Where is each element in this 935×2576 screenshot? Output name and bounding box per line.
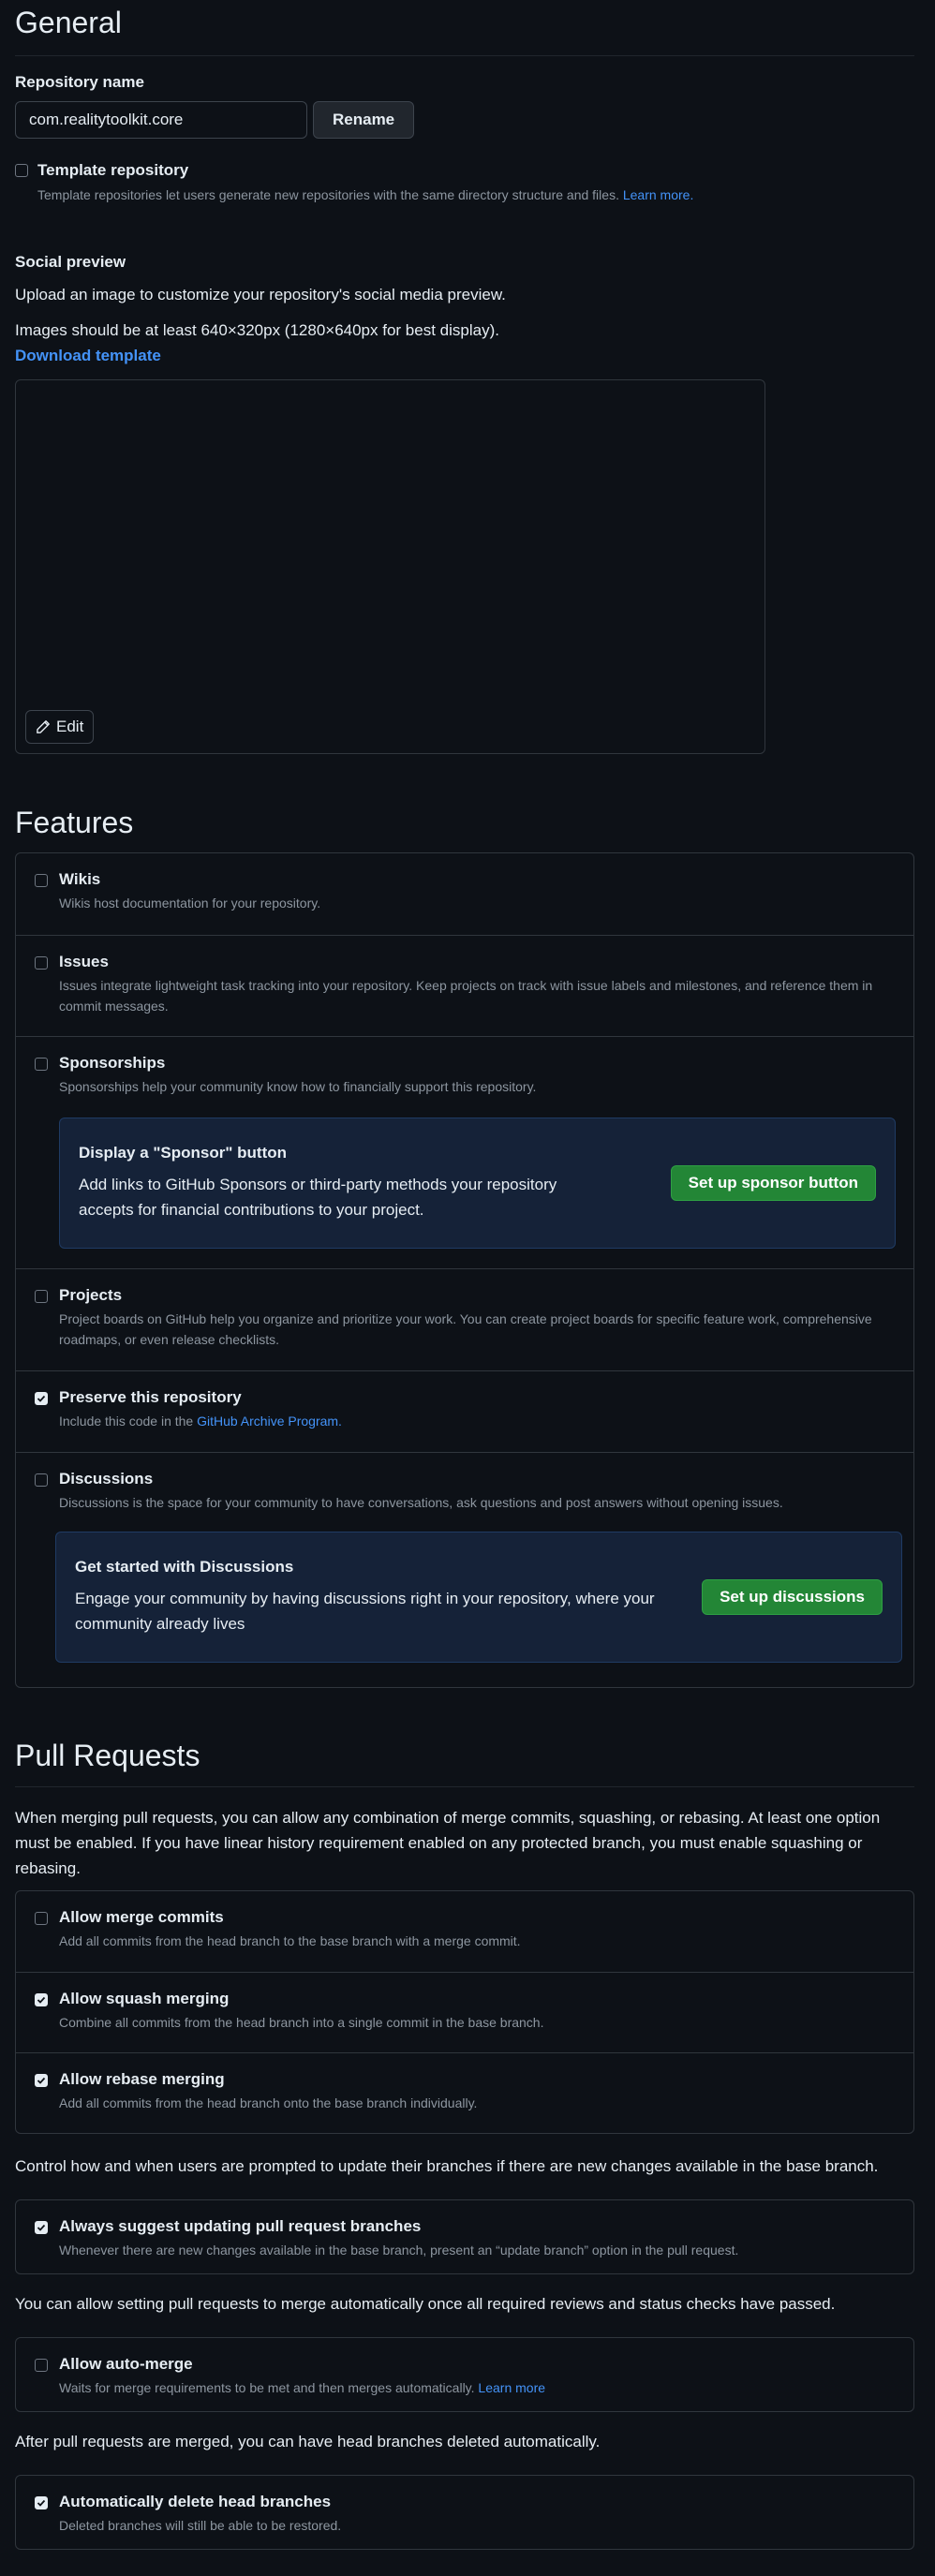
social-preview-line1: Upload an image to customize your reposi…: [15, 286, 506, 303]
auto-merge-desc: Waits for merge requirements to be met a…: [59, 2380, 475, 2395]
pull-requests-title: Pull Requests: [15, 1739, 914, 1787]
merge-commits-desc: Add all commits from the head branch to …: [59, 1933, 521, 1948]
delete-branches-intro: After pull requests are merged, you can …: [15, 2433, 601, 2450]
auto-merge-intro: You can allow setting pull requests to m…: [15, 2295, 836, 2313]
option-merge-commits: Allow merge commits Add all commits from…: [16, 1891, 913, 1972]
general-title: General: [15, 6, 914, 56]
issues-label: Issues: [59, 953, 109, 970]
option-delete-branches: Automatically delete head branches Delet…: [16, 2476, 913, 2549]
features-box: Wikis Wikis host documentation for your …: [15, 852, 914, 1688]
social-preview-line2: Images should be at least 640×320px (128…: [15, 321, 499, 339]
delete-branches-label: Automatically delete head branches: [59, 2493, 332, 2510]
setup-sponsor-button[interactable]: Set up sponsor button: [670, 1165, 876, 1201]
rebase-checkbox[interactable]: [35, 2074, 48, 2087]
edit-social-preview-button[interactable]: Edit: [25, 710, 95, 744]
feature-preserve: Preserve this repository Include this co…: [16, 1370, 913, 1452]
option-rebase: Allow rebase merging Add all commits fro…: [16, 2052, 913, 2133]
issues-checkbox[interactable]: [35, 956, 48, 970]
sponsor-callout: Display a "Sponsor" button Add links to …: [59, 1118, 896, 1249]
projects-label: Projects: [59, 1286, 123, 1304]
preserve-checkbox[interactable]: [35, 1392, 48, 1405]
wikis-label: Wikis: [59, 870, 101, 888]
feature-discussions: Discussions Discussions is the space for…: [16, 1452, 913, 1687]
option-squash: Allow squash merging Combine all commits…: [16, 1972, 913, 2052]
suggest-update-label: Always suggest updating pull request bra…: [59, 2217, 422, 2235]
squash-desc: Combine all commits from the head branch…: [59, 2015, 544, 2030]
sponsor-callout-desc: Add links to GitHub Sponsors or third-pa…: [79, 1176, 557, 1219]
github-archive-program-link[interactable]: GitHub Archive Program.: [197, 1414, 342, 1429]
auto-merge-learn-more-link[interactable]: Learn more: [478, 2380, 545, 2395]
delete-branches-checkbox[interactable]: [35, 2496, 48, 2509]
setup-discussions-button[interactable]: Set up discussions: [702, 1579, 883, 1615]
preserve-desc: Include this code in the: [59, 1414, 194, 1429]
discussions-label: Discussions: [59, 1470, 154, 1488]
rebase-label: Allow rebase merging: [59, 2070, 225, 2088]
sponsorships-checkbox[interactable]: [35, 1058, 48, 1071]
discussions-callout-desc: Engage your community by having discussi…: [75, 1590, 655, 1633]
template-checkbox[interactable]: [15, 164, 28, 177]
merge-commits-label: Allow merge commits: [59, 1908, 224, 1926]
discussions-callout: Get started with Discussions Engage your…: [55, 1532, 902, 1663]
rebase-desc: Add all commits from the head branch ont…: [59, 2095, 478, 2110]
sponsor-callout-title: Display a "Sponsor" button: [79, 1144, 288, 1162]
delete-branches-desc: Deleted branches will still be able to b…: [59, 2518, 342, 2533]
discussions-callout-title: Get started with Discussions: [75, 1558, 294, 1576]
wikis-checkbox[interactable]: [35, 874, 48, 887]
projects-checkbox[interactable]: [35, 1290, 48, 1303]
social-preview-image-area: Edit: [15, 379, 765, 754]
issues-desc: Issues integrate lightweight task tracki…: [59, 978, 873, 1014]
pencil-icon: [36, 719, 51, 734]
template-desc: Template repositories let users generate…: [37, 187, 619, 202]
edit-button-label: Edit: [56, 718, 84, 735]
suggest-update-desc: Whenever there are new changes available…: [59, 2243, 739, 2258]
template-label: Template repository: [37, 161, 189, 179]
sponsorships-label: Sponsorships: [59, 1054, 166, 1072]
auto-merge-label: Allow auto-merge: [59, 2355, 193, 2373]
discussions-checkbox[interactable]: [35, 1473, 48, 1487]
merge-commits-checkbox[interactable]: [35, 1912, 48, 1925]
auto-merge-checkbox[interactable]: [35, 2359, 48, 2372]
preserve-label: Preserve this repository: [59, 1388, 242, 1406]
discussions-desc: Discussions is the space for your commun…: [59, 1495, 783, 1510]
repo-name-label: Repository name: [15, 73, 144, 91]
social-preview-title: Social preview: [15, 253, 126, 271]
suggest-update-checkbox[interactable]: [35, 2221, 48, 2234]
wikis-desc: Wikis host documentation for your reposi…: [59, 896, 321, 910]
template-learn-more-link[interactable]: Learn more.: [623, 187, 693, 202]
features-title: Features: [15, 806, 134, 839]
projects-desc: Project boards on GitHub help you organi…: [59, 1311, 872, 1347]
squash-checkbox[interactable]: [35, 1993, 48, 2006]
download-template-link[interactable]: Download template: [15, 343, 161, 368]
feature-wikis: Wikis Wikis host documentation for your …: [16, 853, 913, 935]
squash-label: Allow squash merging: [59, 1990, 230, 2007]
repo-name-input[interactable]: [15, 101, 307, 139]
feature-issues: Issues Issues integrate lightweight task…: [16, 935, 913, 1036]
rename-button[interactable]: Rename: [313, 101, 415, 139]
feature-projects: Projects Project boards on GitHub help y…: [16, 1268, 913, 1370]
pr-intro: When merging pull requests, you can allo…: [15, 1809, 881, 1877]
update-branches-intro: Control how and when users are prompted …: [15, 2157, 879, 2175]
auto-merge-box: Allow auto-merge Waits for merge require…: [15, 2337, 914, 2412]
delete-branches-box: Automatically delete head branches Delet…: [15, 2475, 914, 2550]
suggest-update-box: Always suggest updating pull request bra…: [15, 2199, 914, 2274]
sponsorships-desc: Sponsorships help your community know ho…: [59, 1079, 537, 1094]
option-auto-merge: Allow auto-merge Waits for merge require…: [16, 2338, 913, 2411]
option-suggest-update: Always suggest updating pull request bra…: [16, 2200, 913, 2273]
merge-options-box: Allow merge commits Add all commits from…: [15, 1890, 914, 2134]
feature-sponsorships: Sponsorships Sponsorships help your comm…: [16, 1036, 913, 1268]
